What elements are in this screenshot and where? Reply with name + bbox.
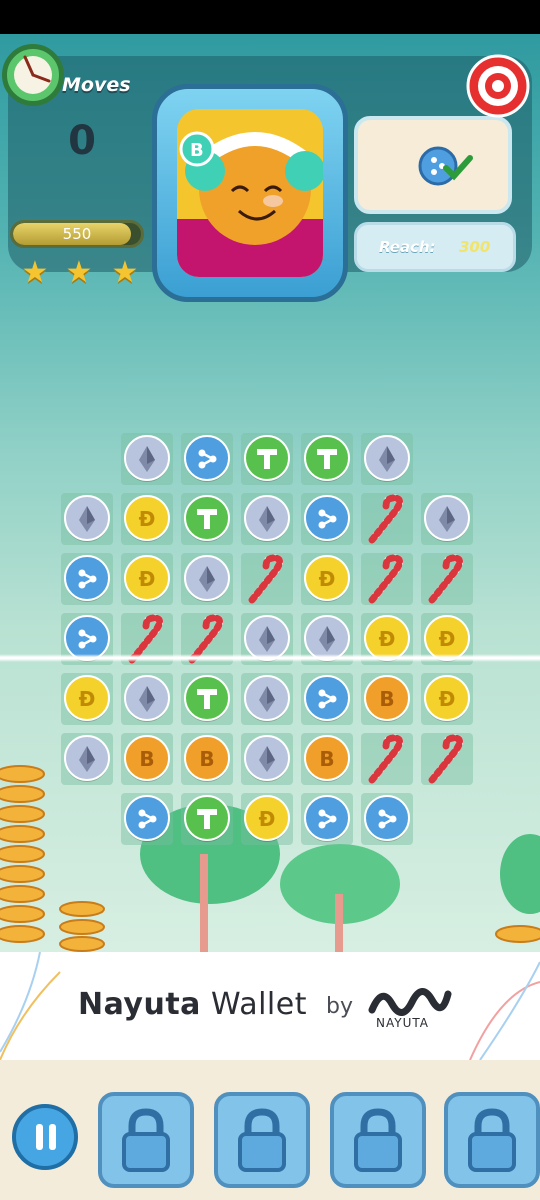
goal-box bbox=[354, 116, 512, 214]
candy-cane-icon[interactable] bbox=[422, 734, 472, 784]
svg-text:B: B bbox=[379, 687, 394, 711]
svg-text:Ð: Ð bbox=[259, 807, 276, 831]
ethereum-coin-icon[interactable] bbox=[242, 494, 292, 544]
tether-coin-icon[interactable] bbox=[182, 494, 232, 544]
pause-button[interactable] bbox=[12, 1104, 78, 1170]
lock-icon bbox=[238, 1108, 286, 1172]
ethereum-coin-icon[interactable] bbox=[62, 494, 112, 544]
tether-coin-icon[interactable] bbox=[182, 674, 232, 724]
moves-label: Moves bbox=[62, 74, 131, 96]
tether-coin-icon[interactable] bbox=[242, 434, 292, 484]
star-icon: ★ bbox=[21, 255, 49, 290]
target-icon[interactable] bbox=[466, 54, 530, 118]
bitcoin-coin-icon[interactable]: B bbox=[302, 734, 352, 784]
dogecoin-coin-icon[interactable]: Ð bbox=[62, 674, 112, 724]
star-icon: ★ bbox=[65, 255, 93, 290]
status-bar bbox=[0, 0, 540, 34]
dogecoin-coin-icon[interactable]: Ð bbox=[302, 554, 352, 604]
svg-text:B: B bbox=[139, 747, 154, 771]
svg-text:B: B bbox=[199, 747, 214, 771]
svg-text:Ð: Ð bbox=[439, 687, 456, 711]
reach-label: Reach: bbox=[379, 238, 436, 256]
booster-slot-locked[interactable] bbox=[98, 1092, 194, 1188]
brand-banner[interactable]: Nayuta Wallet by NAYUTA bbox=[0, 952, 540, 1060]
svg-text:Ð: Ð bbox=[79, 687, 96, 711]
booster-slot-locked[interactable] bbox=[444, 1092, 540, 1188]
dogecoin-coin-icon[interactable]: Ð bbox=[422, 674, 472, 724]
ethereum-coin-icon[interactable] bbox=[122, 434, 172, 484]
dogecoin-coin-icon[interactable]: Ð bbox=[122, 554, 172, 604]
line-clear-effect bbox=[0, 654, 540, 662]
bitcoin-coin-icon[interactable]: B bbox=[122, 734, 172, 784]
brand-logo-text: NAYUTA bbox=[376, 1016, 429, 1030]
bitcoin-coin-icon[interactable]: B bbox=[182, 734, 232, 784]
moves-value: 0 bbox=[68, 118, 96, 164]
svg-text:Ð: Ð bbox=[139, 567, 156, 591]
score-progress-bar: 550 bbox=[10, 220, 144, 248]
tether-coin-icon[interactable] bbox=[302, 434, 352, 484]
svg-text:B: B bbox=[319, 747, 334, 771]
ethereum-coin-icon[interactable] bbox=[242, 674, 292, 724]
svg-text:Ð: Ð bbox=[319, 567, 336, 591]
character-portrait: B bbox=[152, 84, 348, 302]
bitcoin-coin-icon[interactable]: B bbox=[362, 674, 412, 724]
ripple-coin-icon[interactable] bbox=[182, 434, 232, 484]
tether-coin-icon[interactable] bbox=[182, 794, 232, 844]
svg-text:Ð: Ð bbox=[139, 507, 156, 531]
ripple-coin-icon[interactable] bbox=[302, 674, 352, 724]
candy-cane-icon[interactable] bbox=[362, 494, 412, 544]
booster-bar bbox=[0, 1060, 540, 1200]
dogecoin-coin-icon[interactable]: Ð bbox=[122, 494, 172, 544]
candy-cane-icon[interactable] bbox=[242, 554, 292, 604]
ripple-coin-check-icon bbox=[418, 146, 473, 186]
ethereum-coin-icon[interactable] bbox=[62, 734, 112, 784]
svg-text:B: B bbox=[190, 140, 204, 161]
character-icon: B bbox=[177, 131, 323, 277]
ethereum-coin-icon[interactable] bbox=[122, 674, 172, 724]
candy-cane-icon[interactable] bbox=[362, 734, 412, 784]
lock-icon bbox=[354, 1108, 402, 1172]
candy-cane-icon[interactable] bbox=[362, 554, 412, 604]
ethereum-coin-icon[interactable] bbox=[182, 554, 232, 604]
reach-box: Reach: 300 bbox=[354, 222, 516, 272]
ethereum-coin-icon[interactable] bbox=[242, 734, 292, 784]
clock-icon bbox=[2, 44, 64, 106]
lock-icon bbox=[122, 1108, 170, 1172]
booster-slot-locked[interactable] bbox=[214, 1092, 310, 1188]
ripple-coin-icon[interactable] bbox=[122, 794, 172, 844]
score-value: 550 bbox=[62, 225, 92, 243]
star-icon: ★ bbox=[111, 255, 139, 290]
brand-by: by bbox=[326, 994, 353, 1019]
pause-icon bbox=[36, 1124, 56, 1150]
reach-value: 300 bbox=[459, 238, 491, 256]
ripple-coin-icon[interactable] bbox=[62, 554, 112, 604]
dogecoin-coin-icon[interactable]: Ð bbox=[242, 794, 292, 844]
game-scene: Moves 0 550 ★ ★ ★ B Reach: 300 Ð Ð Ð Ð Ð… bbox=[0, 34, 540, 952]
ripple-coin-icon[interactable] bbox=[362, 794, 412, 844]
candy-cane-icon[interactable] bbox=[422, 554, 472, 604]
svg-text:Ð: Ð bbox=[379, 627, 396, 651]
ethereum-coin-icon[interactable] bbox=[362, 434, 412, 484]
ripple-coin-icon[interactable] bbox=[302, 794, 352, 844]
ethereum-coin-icon[interactable] bbox=[422, 494, 472, 544]
lock-icon bbox=[468, 1108, 516, 1172]
brand-name: Nayuta Wallet bbox=[78, 987, 307, 1022]
svg-text:Ð: Ð bbox=[439, 627, 456, 651]
booster-slot-locked[interactable] bbox=[330, 1092, 426, 1188]
ripple-coin-icon[interactable] bbox=[302, 494, 352, 544]
